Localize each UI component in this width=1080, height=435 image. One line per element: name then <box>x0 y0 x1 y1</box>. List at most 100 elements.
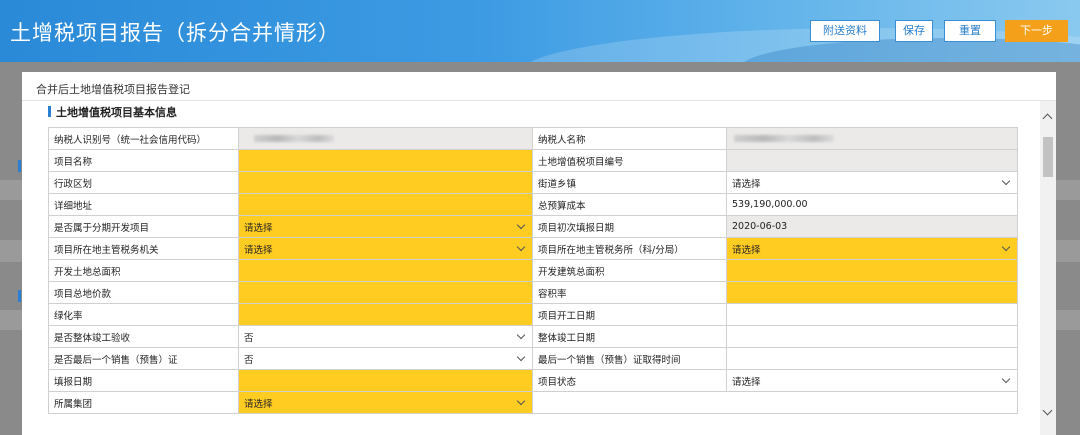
project-report-dialog: 合并后土地增值税项目报告登记 土地增值税项目基本信息 纳税人识别号（统一社会信用… <box>22 72 1056 435</box>
first-report-date-label: 项目初次填报日期 <box>532 215 727 238</box>
scroll-up-icon[interactable] <box>1042 113 1053 124</box>
section-marker <box>48 106 51 117</box>
first-report-date-value: 2020-06-03 <box>726 215 1018 238</box>
select-value: 请选择 <box>244 222 273 234</box>
tax-office-label: 项目所在地主管税务所（科/分局） <box>532 237 727 260</box>
chevron-down-icon <box>1001 374 1011 384</box>
page-header: 土增税项目报告（拆分合并情形） 附送资料 保存 重置 下一步 <box>0 0 1080 62</box>
chevron-down-icon <box>516 330 526 340</box>
admin-region-label: 行政区划 <box>48 171 239 194</box>
attach-documents-button[interactable]: 附送资料 <box>810 20 880 42</box>
plot-ratio-label: 容积率 <box>532 281 727 304</box>
completion-date-input[interactable] <box>726 325 1018 348</box>
report-date-label: 填报日期 <box>48 369 239 392</box>
form-row: 纳税人识别号（统一社会信用代码） 纳税人名称 <box>48 127 1018 150</box>
select-value: 请选择 <box>732 244 761 256</box>
form-row: 填报日期 项目状态 请选择 <box>48 369 1018 392</box>
tax-office-select[interactable]: 请选择 <box>726 237 1018 260</box>
tax-authority-select[interactable]: 请选择 <box>238 237 533 260</box>
redacted-value <box>254 135 334 142</box>
group-select[interactable]: 请选择 <box>238 391 533 414</box>
taxpayer-name-label: 纳税人名称 <box>532 127 727 150</box>
next-step-button[interactable]: 下一步 <box>1005 20 1068 42</box>
form-row: 是否最后一个销售（预售）证 否 最后一个销售（预售）证取得时间 <box>48 347 1018 370</box>
report-date-input[interactable] <box>238 369 533 392</box>
plot-ratio-input[interactable] <box>726 281 1018 304</box>
tax-authority-label: 项目所在地主管税务机关 <box>48 237 239 260</box>
address-input[interactable] <box>238 193 533 216</box>
last-sales-permit-label: 是否最后一个销售（预售）证 <box>48 347 239 370</box>
chevron-down-icon <box>516 352 526 362</box>
vertical-scrollbar[interactable] <box>1040 101 1056 435</box>
street-town-label: 街道乡镇 <box>532 171 727 194</box>
select-value: 否 <box>244 354 254 366</box>
last-sales-permit-select[interactable]: 否 <box>238 347 533 370</box>
form-row: 项目总地价款 容积率 <box>48 281 1018 304</box>
chevron-down-icon <box>516 220 526 230</box>
group-label: 所属集团 <box>48 391 239 414</box>
chevron-down-icon <box>1001 176 1011 186</box>
phased-development-select[interactable]: 请选择 <box>238 215 533 238</box>
project-status-label: 项目状态 <box>532 369 727 392</box>
building-area-input[interactable] <box>726 259 1018 282</box>
form-row: 详细地址 总预算成本 539,190,000.00 <box>48 193 1018 216</box>
project-number-value <box>726 149 1018 172</box>
divider <box>22 100 1056 101</box>
taxpayer-id-label: 纳税人识别号（统一社会信用代码） <box>48 127 239 150</box>
select-value: 请选择 <box>244 398 273 410</box>
start-date-input[interactable] <box>726 303 1018 326</box>
background-section-mark <box>18 290 21 302</box>
background-section-mark <box>18 160 21 172</box>
land-price-input[interactable] <box>238 281 533 304</box>
taxpayer-name-value <box>726 127 1018 150</box>
chevron-down-icon <box>1001 242 1011 252</box>
empty-cell <box>532 391 1018 414</box>
land-area-input[interactable] <box>238 259 533 282</box>
land-area-label: 开发土地总面积 <box>48 259 239 282</box>
form-row: 行政区划 街道乡镇 请选择 <box>48 171 1018 194</box>
project-number-label: 土地增值税项目编号 <box>532 149 727 172</box>
section-title: 土地增值税项目基本信息 <box>56 106 177 119</box>
taxpayer-id-value <box>238 127 533 150</box>
form-row: 是否属于分期开发项目 请选择 项目初次填报日期 2020-06-03 <box>48 215 1018 238</box>
completion-acceptance-label: 是否整体竣工验收 <box>48 325 239 348</box>
scroll-down-icon[interactable] <box>1042 405 1053 416</box>
phased-development-label: 是否属于分期开发项目 <box>48 215 239 238</box>
budget-cost-label: 总预算成本 <box>532 193 727 216</box>
street-town-select[interactable]: 请选择 <box>726 171 1018 194</box>
reset-button[interactable]: 重置 <box>944 20 996 42</box>
form-row: 开发土地总面积 开发建筑总面积 <box>48 259 1018 282</box>
admin-region-input[interactable] <box>238 171 533 194</box>
project-info-form: 纳税人识别号（统一社会信用代码） 纳税人名称 项目名称 土地增值税项目编号 行政… <box>48 127 1018 414</box>
last-permit-date-input[interactable] <box>726 347 1018 370</box>
greening-rate-label: 绿化率 <box>48 303 239 326</box>
save-button[interactable]: 保存 <box>895 20 933 42</box>
form-row: 项目所在地主管税务机关 请选择 项目所在地主管税务所（科/分局） 请选择 <box>48 237 1018 260</box>
start-date-label: 项目开工日期 <box>532 303 727 326</box>
budget-cost-input[interactable]: 539,190,000.00 <box>726 193 1018 216</box>
completion-date-label: 整体竣工日期 <box>532 325 727 348</box>
chevron-down-icon <box>516 396 526 406</box>
chevron-down-icon <box>516 242 526 252</box>
project-name-input[interactable] <box>238 149 533 172</box>
select-value: 请选择 <box>244 244 273 256</box>
address-label: 详细地址 <box>48 193 239 216</box>
project-status-select[interactable]: 请选择 <box>726 369 1018 392</box>
scrollbar-thumb[interactable] <box>1043 137 1053 177</box>
form-row: 绿化率 项目开工日期 <box>48 303 1018 326</box>
form-row: 项目名称 土地增值税项目编号 <box>48 149 1018 172</box>
select-value: 否 <box>244 332 254 344</box>
redacted-value <box>734 135 834 142</box>
last-permit-date-label: 最后一个销售（预售）证取得时间 <box>532 347 727 370</box>
form-row: 所属集团 请选择 <box>48 391 1018 414</box>
land-price-label: 项目总地价款 <box>48 281 239 304</box>
dialog-title: 合并后土地增值税项目报告登记 <box>36 83 190 96</box>
building-area-label: 开发建筑总面积 <box>532 259 727 282</box>
greening-rate-input[interactable] <box>238 303 533 326</box>
form-row: 是否整体竣工验收 否 整体竣工日期 <box>48 325 1018 348</box>
select-value: 请选择 <box>732 178 761 190</box>
page-title: 土增税项目报告（拆分合并情形） <box>10 21 340 45</box>
completion-acceptance-select[interactable]: 否 <box>238 325 533 348</box>
project-name-label: 项目名称 <box>48 149 239 172</box>
select-value: 请选择 <box>732 376 761 388</box>
